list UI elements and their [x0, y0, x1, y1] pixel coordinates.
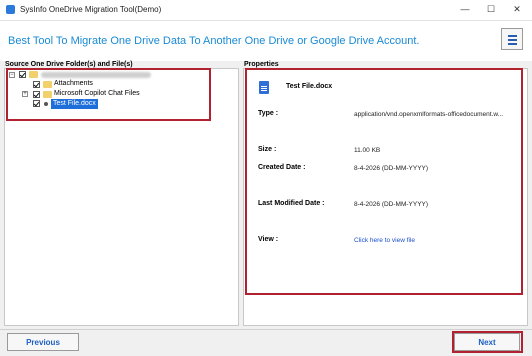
footer-divider — [0, 329, 532, 330]
tree-highlight-box — [6, 68, 211, 121]
previous-button[interactable]: Previous — [7, 333, 79, 351]
hamburger-icon — [508, 35, 517, 37]
source-section-label: Source One Drive Folder(s) and File(s) — [5, 61, 133, 68]
menu-button[interactable] — [501, 28, 523, 50]
window-title: SysInfo OneDrive Migration Tool(Demo) — [20, 5, 162, 14]
title-bar: SysInfo OneDrive Migration Tool(Demo) — … — [0, 0, 532, 20]
hamburger-icon-line — [508, 43, 517, 45]
header-banner: Best Tool To Migrate One Drive Data To A… — [0, 20, 532, 61]
properties-highlight-box — [245, 68, 523, 295]
next-highlight-box — [452, 331, 523, 353]
minimize-button[interactable]: — — [458, 3, 472, 15]
app-logo-icon — [6, 5, 15, 14]
properties-section-label: Properties — [244, 61, 279, 68]
tagline: Best Tool To Migrate One Drive Data To A… — [8, 35, 420, 47]
hamburger-icon-line — [508, 39, 517, 41]
close-button[interactable]: ✕ — [510, 3, 524, 15]
maximize-button[interactable]: ☐ — [484, 3, 498, 15]
